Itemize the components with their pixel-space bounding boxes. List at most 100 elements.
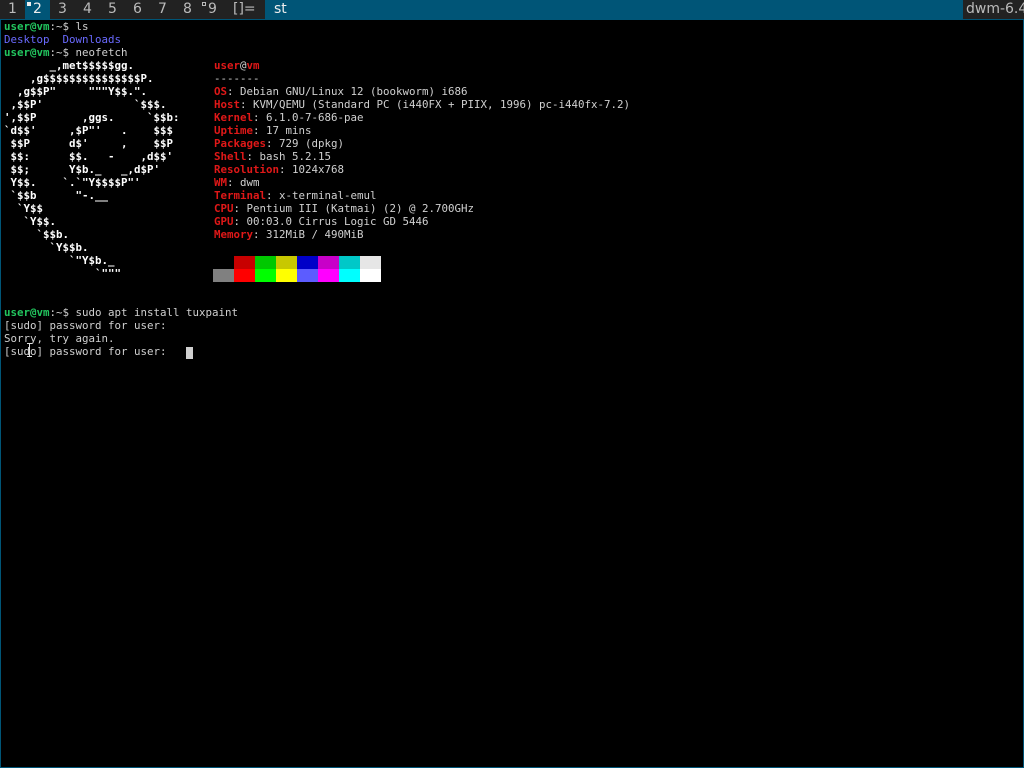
info-line-wm: WM: dwm	[214, 176, 260, 189]
logo-line: `"Y$b._	[4, 254, 115, 267]
palette-swatch	[255, 256, 276, 269]
palette-swatch	[318, 256, 339, 269]
info-key: Shell	[214, 150, 247, 163]
info-value: : 312MiB / 490MiB	[253, 228, 364, 241]
palette-swatch	[234, 269, 255, 282]
palette-swatch	[234, 256, 255, 269]
layout-symbol[interactable]: []=	[229, 0, 260, 19]
logo-line: `Y$$	[4, 202, 44, 215]
logo-line: `Y$$.	[4, 215, 57, 228]
palette-swatch	[318, 269, 339, 282]
info-line-terminal: Terminal: x-terminal-emul	[214, 189, 377, 202]
tag-5[interactable]: 5	[100, 0, 125, 19]
palette-swatch	[213, 269, 234, 282]
mouse-ibeam-icon	[27, 343, 32, 357]
info-line-uptime: Uptime: 17 mins	[214, 124, 312, 137]
occupied-indicator	[202, 2, 206, 6]
logo-line: `d$$' ,$P"' . $$$	[4, 124, 174, 137]
tag-4[interactable]: 4	[75, 0, 100, 19]
logo-line: ,g$$P" """Y$$.".	[4, 85, 148, 98]
tag-list: 123456789	[0, 0, 225, 19]
info-key: Uptime	[214, 124, 254, 137]
tag-8[interactable]: 8	[175, 0, 200, 19]
prompt-command: :~$ neofetch	[49, 46, 128, 59]
logo-line: ,$$P' `$$$.	[4, 98, 167, 111]
logo-line: ',$$P ,ggs. `$$b:	[4, 111, 180, 124]
info-line-shell: Shell: bash 5.2.15	[214, 150, 331, 163]
sudo-prompt-1: [sudo] password for user:	[4, 319, 167, 332]
tag-label: 3	[58, 1, 67, 17]
info-value: : 6.1.0-7-686-pae	[253, 111, 364, 124]
tag-label: 9	[208, 1, 217, 17]
tag-label: 1	[8, 1, 17, 17]
logo-line: `"""	[4, 267, 122, 280]
occupied-indicator	[27, 2, 31, 6]
header-host: vm	[246, 59, 260, 72]
info-key: Packages	[214, 137, 267, 150]
dwm-status-bar: 123456789 []= st dwm-6.4	[0, 0, 1024, 19]
neofetch-header: user@vm	[214, 59, 260, 72]
ls-output: Desktop Downloads	[4, 33, 121, 46]
palette-swatch	[213, 256, 234, 269]
prompt-command: :~$ sudo apt install tuxpaint	[49, 306, 239, 319]
info-key: Host	[214, 98, 241, 111]
dir-desktop: Desktop	[4, 33, 50, 46]
info-key: WM	[214, 176, 228, 189]
logo-line: $$; Y$b._ _,d$P'	[4, 163, 161, 176]
info-line-kernel: Kernel: 6.1.0-7-686-pae	[214, 111, 364, 124]
tag-label: 5	[108, 1, 117, 17]
tag-6[interactable]: 6	[125, 0, 150, 19]
palette-swatch	[360, 256, 381, 269]
info-value: : Debian GNU/Linux 12 (bookworm) i686	[227, 85, 468, 98]
logo-line: `$$b "-.__	[4, 189, 109, 202]
tag-label: 6	[133, 1, 142, 17]
info-key: Terminal	[214, 189, 267, 202]
tag-label: 8	[183, 1, 192, 17]
info-line-gpu: GPU: 00:03.0 Cirrus Logic GD 5446	[214, 215, 429, 228]
info-key: OS	[214, 85, 228, 98]
logo-line: `$$b.	[4, 228, 70, 241]
info-value: : Pentium III (Katmai) (2) @ 2.700GHz	[233, 202, 475, 215]
info-value: : x-terminal-emul	[266, 189, 377, 202]
info-key: Memory	[214, 228, 254, 241]
logo-line: $$: $$. - ,d$$'	[4, 150, 174, 163]
status-text: dwm-6.4	[963, 0, 1024, 19]
palette-swatch	[276, 269, 297, 282]
tag-9[interactable]: 9	[200, 0, 225, 19]
info-line-os: OS: Debian GNU/Linux 12 (bookworm) i686	[214, 85, 468, 98]
prompt-user: user@vm	[4, 306, 50, 319]
logo-line: _,met$$$$$gg.	[4, 59, 135, 72]
logo-line: $$P d$' , $$P	[4, 137, 174, 150]
info-line-cpu: CPU: Pentium III (Katmai) (2) @ 2.700GHz	[214, 202, 474, 215]
info-line-host: Host: KVM/QEMU (Standard PC (i440FX + PI…	[214, 98, 630, 111]
tag-2[interactable]: 2	[25, 0, 50, 19]
tag-label: 2	[33, 1, 42, 17]
tag-3[interactable]: 3	[50, 0, 75, 19]
prompt-command: :~$ ls	[49, 20, 89, 33]
info-value: : 1024x768	[279, 163, 345, 176]
logo-line: `Y$$b.	[4, 241, 89, 254]
window-title[interactable]: st	[265, 0, 963, 19]
info-key: Resolution	[214, 163, 280, 176]
info-key: Kernel	[214, 111, 254, 124]
palette-swatch	[297, 256, 318, 269]
logo-line: Y$$. `.`"Y$$$$P"'	[4, 176, 141, 189]
terminal-window[interactable]: user@vm:~$ ls Desktop Downloads user@vm:…	[0, 19, 1024, 768]
prompt-line-apt: user@vm:~$ sudo apt install tuxpaint	[4, 306, 238, 319]
prompt-line-ls: user@vm:~$ ls	[4, 20, 89, 33]
prompt-line-neofetch: user@vm:~$ neofetch	[4, 46, 128, 59]
info-value: : 729 (dpkg)	[266, 137, 345, 150]
logo-line: ,g$$$$$$$$$$$$$$$P.	[4, 72, 154, 85]
info-line-packages: Packages: 729 (dpkg)	[214, 137, 344, 150]
palette-swatch	[360, 269, 381, 282]
dir-downloads: Downloads	[62, 33, 122, 46]
palette-swatch	[255, 269, 276, 282]
tag-label: 4	[83, 1, 92, 17]
tag-7[interactable]: 7	[150, 0, 175, 19]
palette-swatch	[276, 256, 297, 269]
tag-1[interactable]: 1	[0, 0, 25, 19]
info-value: : KVM/QEMU (Standard PC (i440FX + PIIX, …	[240, 98, 631, 111]
tag-label: 7	[158, 1, 167, 17]
prompt-user: user@vm	[4, 20, 50, 33]
info-key: CPU	[214, 202, 234, 215]
